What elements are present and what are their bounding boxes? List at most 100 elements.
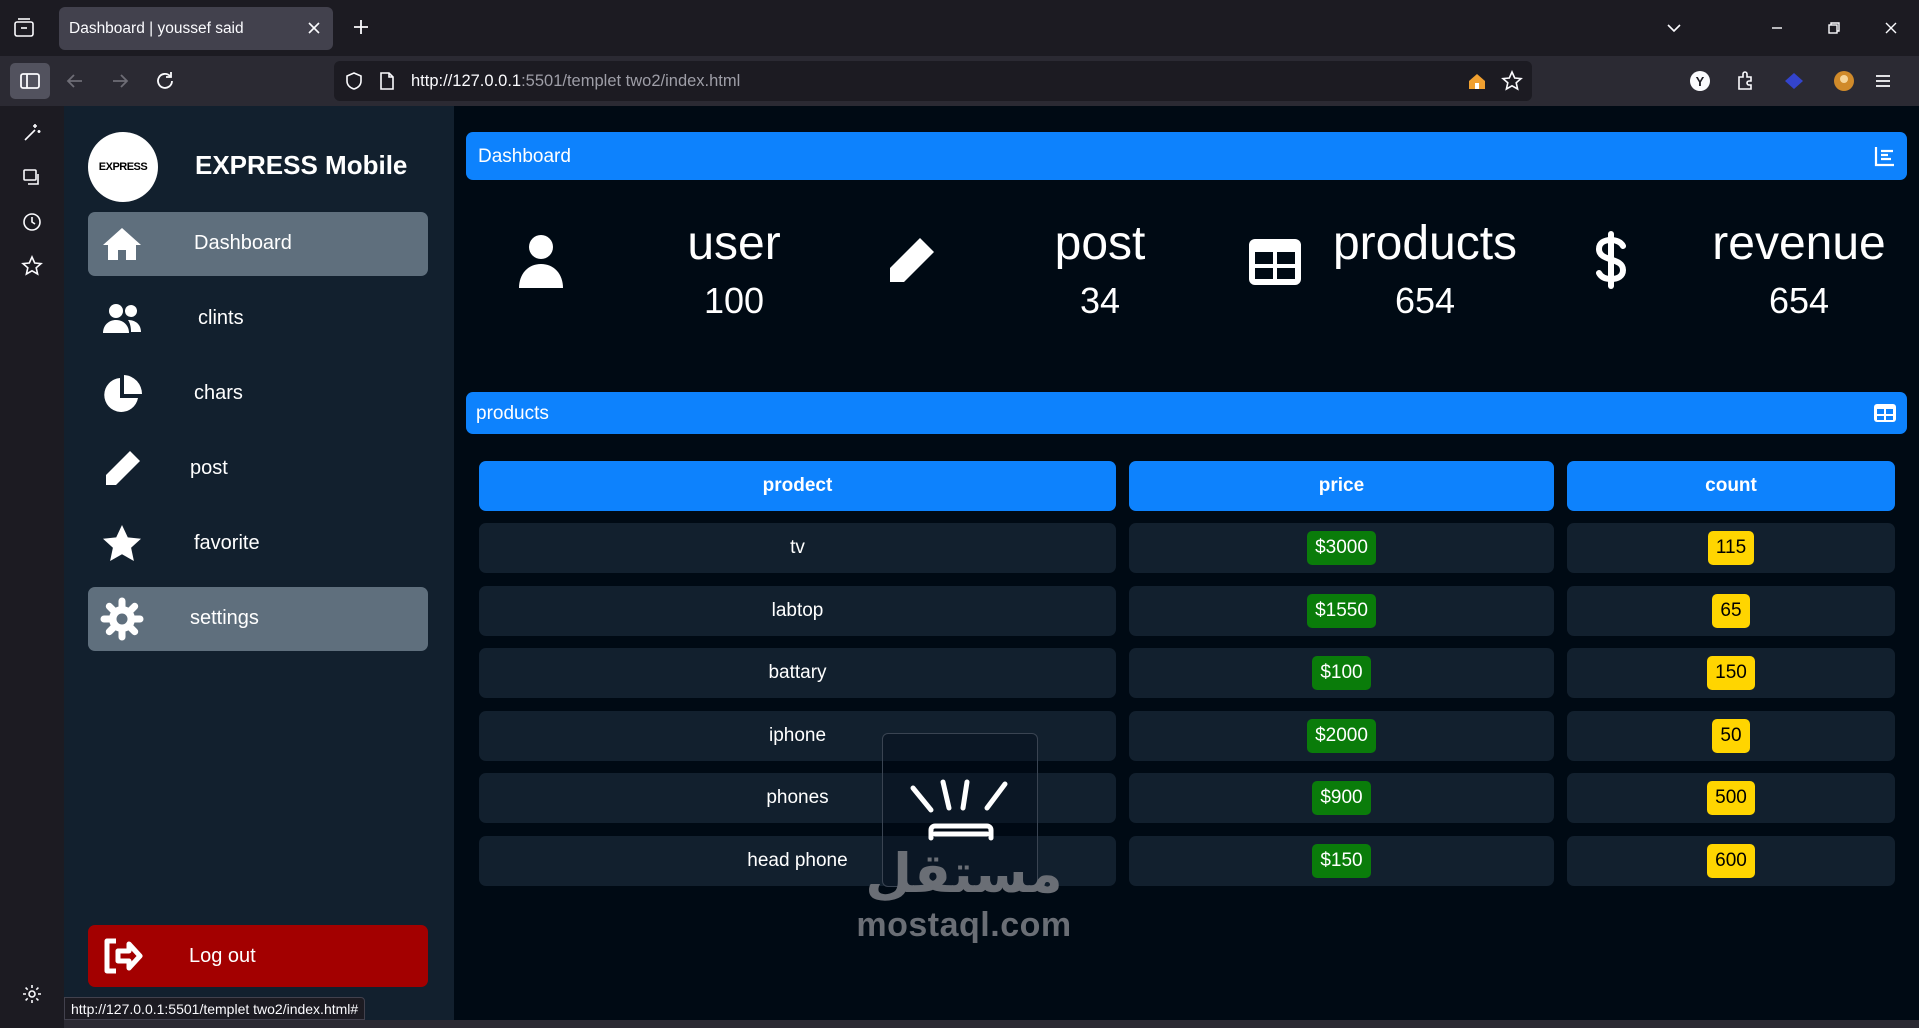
vpn-extension-icon[interactable]	[1781, 68, 1807, 94]
stat-value: 100	[703, 280, 765, 321]
table-cell-price: $100	[1129, 648, 1554, 698]
stat-label: revenue	[1712, 217, 1886, 270]
stat-value: 654	[1768, 280, 1830, 321]
sidebar-toggle-button[interactable]	[10, 63, 50, 99]
browser-tab[interactable]: Dashboard | youssef said	[59, 7, 333, 50]
table-cell-price: $3000	[1129, 523, 1554, 573]
price-badge: $3000	[1307, 531, 1376, 565]
sidebar-item-label: Dashboard	[194, 232, 292, 254]
menu-icon[interactable]	[1870, 68, 1896, 94]
dashboard-header: Dashboard	[466, 132, 1907, 180]
stat-user: user 100	[494, 198, 814, 348]
yandex-extension-icon[interactable]: Y	[1687, 68, 1713, 94]
column-header-count: count	[1567, 461, 1895, 511]
history-icon[interactable]	[20, 210, 44, 234]
new-tab-icon[interactable]	[349, 15, 373, 39]
browser-tab-bar: Dashboard | youssef said	[0, 0, 1919, 56]
watermark-arabic-text: مستقل	[865, 842, 1063, 905]
url-text[interactable]: http://127.0.0.1:5501/templet two2/index…	[411, 72, 740, 91]
table-cell-count: 500	[1567, 773, 1895, 823]
shield-icon[interactable]	[344, 71, 364, 91]
sidebar-item-dashboard[interactable]: Dashboard	[88, 212, 428, 276]
pie-chart-icon	[104, 375, 143, 412]
stat-value: 34	[1079, 280, 1121, 321]
watermark-text: mostaql.com	[856, 906, 1072, 944]
table-cell-price: $900	[1129, 773, 1554, 823]
logout-label: Log out	[189, 945, 256, 967]
table-cell-price: $150	[1129, 836, 1554, 886]
tab-title: Dashboard | youssef said	[69, 19, 244, 37]
url-host: http://127.0.0.1	[411, 72, 522, 90]
dashboard-title: Dashboard	[478, 146, 571, 167]
table-cell-product: tv	[479, 523, 1116, 573]
restore-icon[interactable]	[1820, 14, 1848, 42]
price-badge: $900	[1312, 781, 1371, 815]
sidebar-item-label: favorite	[194, 532, 260, 554]
browser-nav-bar: http://127.0.0.1:5501/templet two2/index…	[0, 56, 1919, 106]
users-icon	[103, 304, 141, 333]
price-badge: $150	[1312, 844, 1371, 878]
count-badge: 50	[1712, 719, 1750, 753]
profile-extension-icon[interactable]	[1831, 68, 1857, 94]
products-title: products	[476, 403, 549, 424]
count-badge: 500	[1707, 781, 1755, 815]
count-badge: 150	[1707, 656, 1755, 690]
stat-revenue: revenue 654	[1579, 198, 1919, 348]
watermark-arabic-logo: مستقل	[844, 842, 1084, 906]
minimize-icon[interactable]	[1763, 14, 1791, 42]
sidebar-item-post[interactable]: post	[88, 437, 428, 501]
sidebar-item-chars[interactable]: chars	[88, 362, 428, 426]
stat-post: post 34	[854, 198, 1174, 348]
app-sidebar: EXPRESS EXPRESS Mobile Dashboard clints …	[64, 106, 454, 1020]
stat-value: 654	[1394, 280, 1456, 321]
dollar-icon	[1595, 231, 1627, 289]
table-icon	[1874, 404, 1896, 422]
chart-bar-icon	[1874, 147, 1894, 167]
stat-label: products	[1332, 217, 1518, 270]
chevron-down-icon[interactable]	[1660, 14, 1688, 42]
gear-icon[interactable]	[20, 982, 44, 1006]
close-tab-icon[interactable]	[305, 19, 323, 37]
url-bar[interactable]: http://127.0.0.1:5501/templet two2/index…	[334, 61, 1532, 101]
back-icon[interactable]	[62, 68, 88, 94]
tab-list-icon[interactable]	[12, 16, 36, 40]
status-bar-url: http://127.0.0.1:5501/templet two2/index…	[64, 997, 366, 1020]
svg-text:Y: Y	[1696, 74, 1705, 89]
forward-icon[interactable]	[107, 68, 133, 94]
sidebar-item-favorite[interactable]: favorite	[88, 512, 428, 576]
reload-icon[interactable]	[152, 68, 178, 94]
count-badge: 65	[1712, 594, 1750, 628]
page-icon	[380, 72, 394, 90]
table-cell-count: 50	[1567, 711, 1895, 761]
sidebar-item-label: settings	[190, 607, 259, 629]
sidebar-item-settings[interactable]: settings	[88, 587, 428, 651]
column-header-prodect: prodect	[479, 461, 1116, 511]
stat-products: products 654	[1219, 198, 1549, 348]
close-window-icon[interactable]	[1877, 14, 1905, 42]
pencil-icon	[890, 238, 934, 282]
ai-sparkle-icon[interactable]	[20, 121, 44, 145]
logout-icon	[104, 938, 143, 974]
table-cell-count: 65	[1567, 586, 1895, 636]
synced-tabs-icon[interactable]	[20, 166, 44, 190]
bookmark-star-icon[interactable]	[1501, 70, 1523, 92]
star-icon	[103, 525, 141, 561]
sidebar-item-label: clints	[198, 307, 244, 329]
home-icon[interactable]	[1466, 70, 1488, 92]
bookmarks-icon[interactable]	[20, 254, 44, 278]
logout-button[interactable]: Log out	[88, 925, 428, 987]
sidebar-item-clints[interactable]: clints	[88, 287, 428, 351]
user-icon	[519, 235, 563, 288]
bottom-strip	[64, 1020, 1919, 1028]
browser-vertical-sidebar	[0, 106, 64, 1028]
table-cell-product: battary	[479, 648, 1116, 698]
extensions-icon[interactable]	[1733, 68, 1759, 94]
stat-label: user	[687, 217, 781, 270]
sidebar-item-label: post	[190, 457, 228, 479]
price-badge: $100	[1312, 656, 1371, 690]
price-badge: $2000	[1307, 719, 1376, 753]
table-cell-count: 115	[1567, 523, 1895, 573]
products-header: products	[466, 392, 1907, 434]
main-content: Dashboard user 100 post 34 products 654 …	[454, 106, 1919, 1020]
table-cell-count: 150	[1567, 648, 1895, 698]
